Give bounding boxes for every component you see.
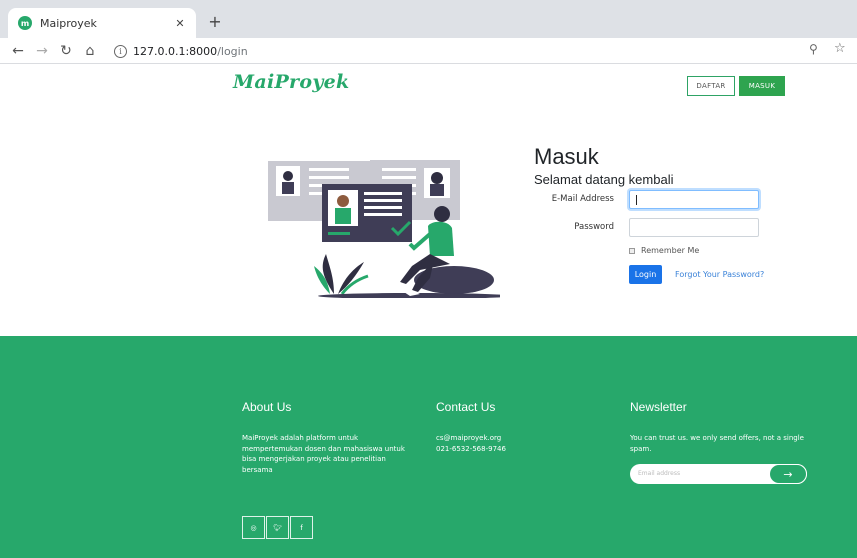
newsletter-email-input[interactable]: Email address xyxy=(638,470,680,477)
info-icon[interactable]: i xyxy=(114,44,127,58)
forgot-password-link[interactable]: Forgot Your Password? xyxy=(675,270,764,279)
login-illustration xyxy=(268,160,500,298)
contact-details: cs@maiproyek.org 021-6532-568-9746 xyxy=(436,433,556,454)
url-path: /login xyxy=(217,44,248,58)
zoom-icon[interactable]: ⚲ xyxy=(809,42,818,56)
browser-toolbar: ← → ↻ ⌂ i 127.0.0.1:8000 /login ⚲ ☆ xyxy=(0,38,857,64)
about-text: MaiProyek adalah platform untuk memperte… xyxy=(242,434,405,474)
email-field[interactable] xyxy=(629,190,759,209)
browser-tab[interactable]: m Maiproyek ✕ xyxy=(8,8,196,38)
login-title: Masuk xyxy=(534,144,599,169)
password-label: Password xyxy=(574,222,614,232)
password-field[interactable] xyxy=(629,218,759,237)
facebook-icon[interactable]: f xyxy=(290,516,313,539)
tab-title: Maiproyek xyxy=(40,16,97,30)
url-host: 127.0.0.1:8000 xyxy=(133,44,218,58)
site-footer: About Us MaiProyek adalah platform untuk… xyxy=(0,336,857,558)
social-links: ◎ 🐦︎ f xyxy=(242,516,314,539)
newsletter-form: Email address → xyxy=(630,464,807,484)
contact-phone: 021-6532-568-9746 xyxy=(436,444,506,453)
instagram-icon[interactable]: ◎ xyxy=(242,516,265,539)
forward-arrow-icon[interactable]: → xyxy=(32,41,52,61)
new-tab-icon[interactable]: + xyxy=(205,12,225,32)
close-tab-icon[interactable]: ✕ xyxy=(172,17,188,30)
address-bar[interactable]: i 127.0.0.1:8000 /login xyxy=(110,41,840,61)
twitter-icon[interactable]: 🐦︎ xyxy=(266,516,289,539)
browser-tab-bar: m Maiproyek ✕ + xyxy=(0,0,857,38)
newsletter-submit-arrow-icon[interactable]: → xyxy=(769,464,807,484)
contact-heading: Contact Us xyxy=(436,400,496,414)
remember-checkbox[interactable] xyxy=(629,247,635,254)
back-arrow-icon[interactable]: ← xyxy=(8,41,28,61)
daftar-button[interactable]: DAFTAR xyxy=(687,76,735,96)
login-button[interactable]: Login xyxy=(629,265,662,284)
remember-me[interactable]: Remember Me xyxy=(629,246,699,255)
email-label: E-Mail Address xyxy=(551,194,614,204)
home-icon[interactable]: ⌂ xyxy=(80,41,100,61)
text-caret xyxy=(636,195,637,205)
newsletter-heading: Newsletter xyxy=(630,400,687,414)
bookmark-star-icon[interactable]: ☆ xyxy=(834,41,846,56)
masuk-button[interactable]: MASUK xyxy=(739,76,785,96)
login-subtitle: Selamat datang kembali xyxy=(534,172,674,187)
newsletter-text: You can trust us. we only send offers, n… xyxy=(630,434,804,453)
about-heading: About Us xyxy=(242,400,292,414)
favicon-icon: m xyxy=(18,16,32,30)
contact-email[interactable]: cs@maiproyek.org xyxy=(436,433,556,444)
remember-label: Remember Me xyxy=(641,246,700,255)
brand-logo[interactable]: MaiProyek xyxy=(233,71,350,93)
reload-icon[interactable]: ↻ xyxy=(56,41,76,61)
